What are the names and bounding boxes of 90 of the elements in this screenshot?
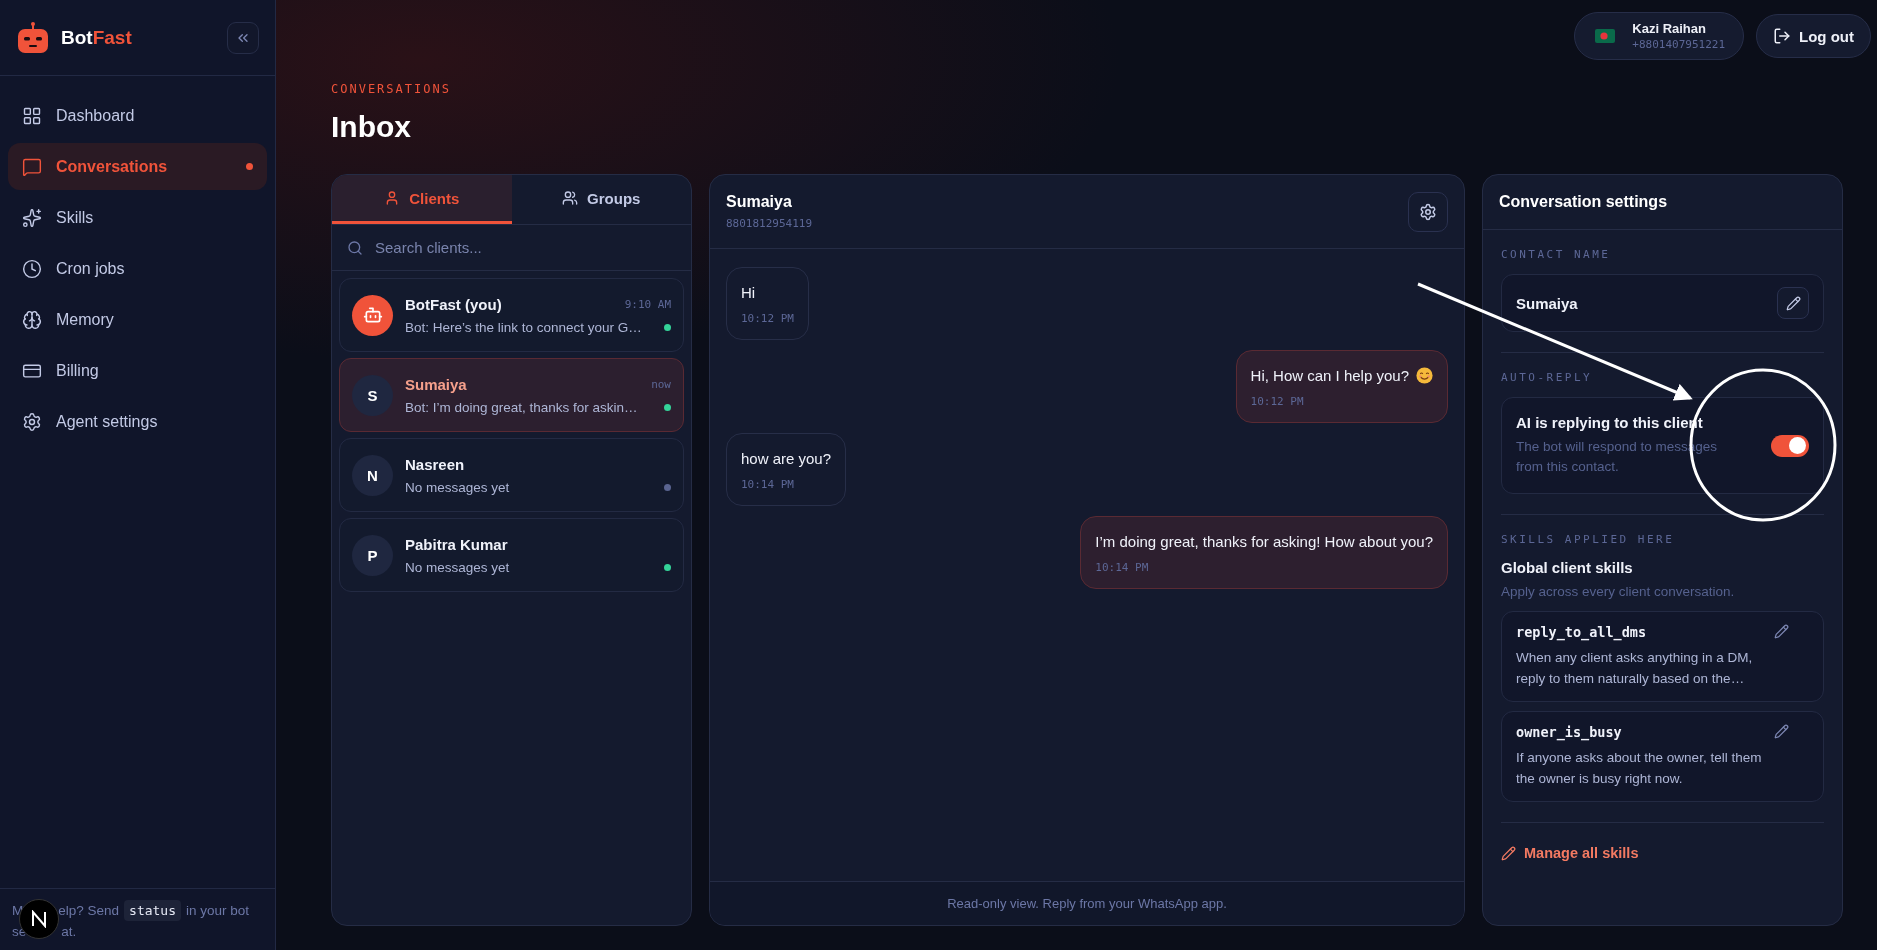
message-time: 9:10 AM xyxy=(624,297,671,311)
message-text: Hi xyxy=(741,284,756,301)
message-preview: No messages yet xyxy=(405,479,510,495)
client-row[interactable]: BotFast (you) 9:10 AM Bot: Here’s the link to connect your G… xyxy=(339,278,684,352)
tab[interactable]: Groups xyxy=(511,175,691,224)
sidebar-item-label: Agent settings xyxy=(56,412,159,431)
avatar: N xyxy=(352,454,393,496)
logout-icon xyxy=(1773,27,1791,45)
tab[interactable]: Clients xyxy=(332,175,512,224)
manage-skills-link[interactable]: Manage all skills xyxy=(1501,823,1639,883)
message-time: now xyxy=(651,377,671,391)
pencil-icon xyxy=(1785,295,1801,311)
status-code: status xyxy=(124,900,182,921)
robot-logo-icon xyxy=(17,21,49,54)
collapse-sidebar-button[interactable] xyxy=(227,21,259,54)
search-icon xyxy=(347,239,363,256)
section-label: AUTO-REPLY xyxy=(1501,371,1594,384)
flag-icon xyxy=(1595,29,1616,43)
message-preview: No messages yet xyxy=(405,559,510,575)
clock-icon xyxy=(22,258,42,279)
help-text: at. xyxy=(61,923,77,941)
sidebar-item-label: Skills xyxy=(56,208,95,227)
user-pill[interactable]: Kazi Raihan +8801407951221 xyxy=(1574,12,1744,60)
sidebar-item[interactable]: Agent settings xyxy=(8,398,267,445)
message-text: Hi, How can I help you? xyxy=(1250,367,1409,384)
skill-name: reply_to_all_dms xyxy=(1516,624,1648,640)
sidebar-item-label: Billing xyxy=(56,361,100,380)
skill-description: If anyone asks about the owner, tell them the owner is busy right now. xyxy=(1516,749,1763,788)
pencil-icon xyxy=(1501,845,1516,861)
client-row[interactable]: N Nasreen No messages yet xyxy=(339,438,684,512)
sparkles-icon xyxy=(22,207,42,228)
message-time: 10:12 PM xyxy=(1250,395,1305,408)
user-name: Kazi Raihan xyxy=(1632,21,1707,36)
client-name: Pabitra Kumar xyxy=(405,535,508,553)
skill-description: When any client asks anything in a DM, reply to them naturally based on the… xyxy=(1516,649,1754,688)
client-name: Nasreen xyxy=(405,455,465,473)
chat-contact-phone: 8801812954119 xyxy=(726,217,813,230)
help-text: in your bot xyxy=(186,902,250,920)
message-time: 10:14 PM xyxy=(1095,561,1150,574)
robot-icon xyxy=(362,305,383,325)
pencil-icon[interactable] xyxy=(1774,724,1789,739)
search-field[interactable]: Search clients... xyxy=(373,238,676,257)
group-description: Apply across every client conversation. xyxy=(1501,583,1736,601)
read-only-note: Read-only view. Reply from your WhatsApp app. xyxy=(947,896,1227,911)
avatar: P xyxy=(352,534,393,576)
logout-button[interactable]: Log out xyxy=(1756,14,1871,58)
grid-icon xyxy=(22,105,42,126)
settings-icon xyxy=(1419,202,1437,221)
message-time: 10:14 PM xyxy=(741,478,795,491)
n-logo-icon xyxy=(30,910,48,928)
skill-name: owner_is_busy xyxy=(1516,724,1623,740)
sidebar-item[interactable]: Skills xyxy=(8,194,267,241)
client-row[interactable]: P Pabitra Kumar No messages yet xyxy=(339,518,684,592)
section-label: CONTACT NAME xyxy=(1501,248,1612,261)
brand-name: BotFast xyxy=(61,26,133,49)
auto-reply-toggle[interactable] xyxy=(1771,434,1809,457)
contact-name: Sumaiya xyxy=(1516,294,1578,312)
message-text: I’m doing great, thanks for asking! How about you? xyxy=(1095,533,1433,550)
sidebar-item-label: Dashboard xyxy=(56,106,136,125)
sidebar-item-label: Cron jobs xyxy=(56,259,126,278)
pencil-icon[interactable] xyxy=(1774,624,1789,639)
message-text: how are you? xyxy=(741,450,832,467)
avatar: S xyxy=(352,374,393,416)
brain-icon xyxy=(22,309,42,330)
section-label: SKILLS APPLIED HERE xyxy=(1501,533,1676,546)
sidebar-item-label: Memory xyxy=(56,310,115,329)
client-name: BotFast (you) xyxy=(405,295,502,313)
page-title: Inbox xyxy=(331,110,412,144)
group-title: Global client skills xyxy=(1501,559,1634,576)
sidebar-item-label: Conversations xyxy=(56,157,169,176)
help-text: elp? Send xyxy=(58,902,120,920)
settings-button[interactable] xyxy=(1408,191,1448,232)
user-phone: +8801407951221 xyxy=(1632,38,1725,51)
client-row[interactable]: S Sumaiya now Bot: I’m doing great, thanks for askin… xyxy=(339,358,684,432)
page-eyebrow: CONVERSATIONS xyxy=(331,82,452,96)
message-time: 10:12 PM xyxy=(741,312,794,325)
edit-button[interactable] xyxy=(1777,287,1809,319)
sidebar-item[interactable]: Memory xyxy=(8,296,267,343)
message-preview: Bot: Here’s the link to connect your G… xyxy=(405,319,642,335)
sidebar-item[interactable]: Dashboard xyxy=(8,92,267,139)
chat-contact-name: Sumaiya xyxy=(726,193,793,211)
sidebar-item[interactable]: Billing xyxy=(8,347,267,394)
people-icon xyxy=(562,190,579,206)
sidebar-item[interactable]: Conversations xyxy=(8,143,267,190)
sidebar-item[interactable]: Cron jobs xyxy=(8,245,267,292)
chat-bubble-icon xyxy=(22,156,42,177)
gear-icon xyxy=(22,411,42,432)
message-preview: Bot: I’m doing great, thanks for askin… xyxy=(405,399,638,415)
client-name: Sumaiya xyxy=(405,375,467,393)
panel-title: Conversation settings xyxy=(1499,193,1668,211)
